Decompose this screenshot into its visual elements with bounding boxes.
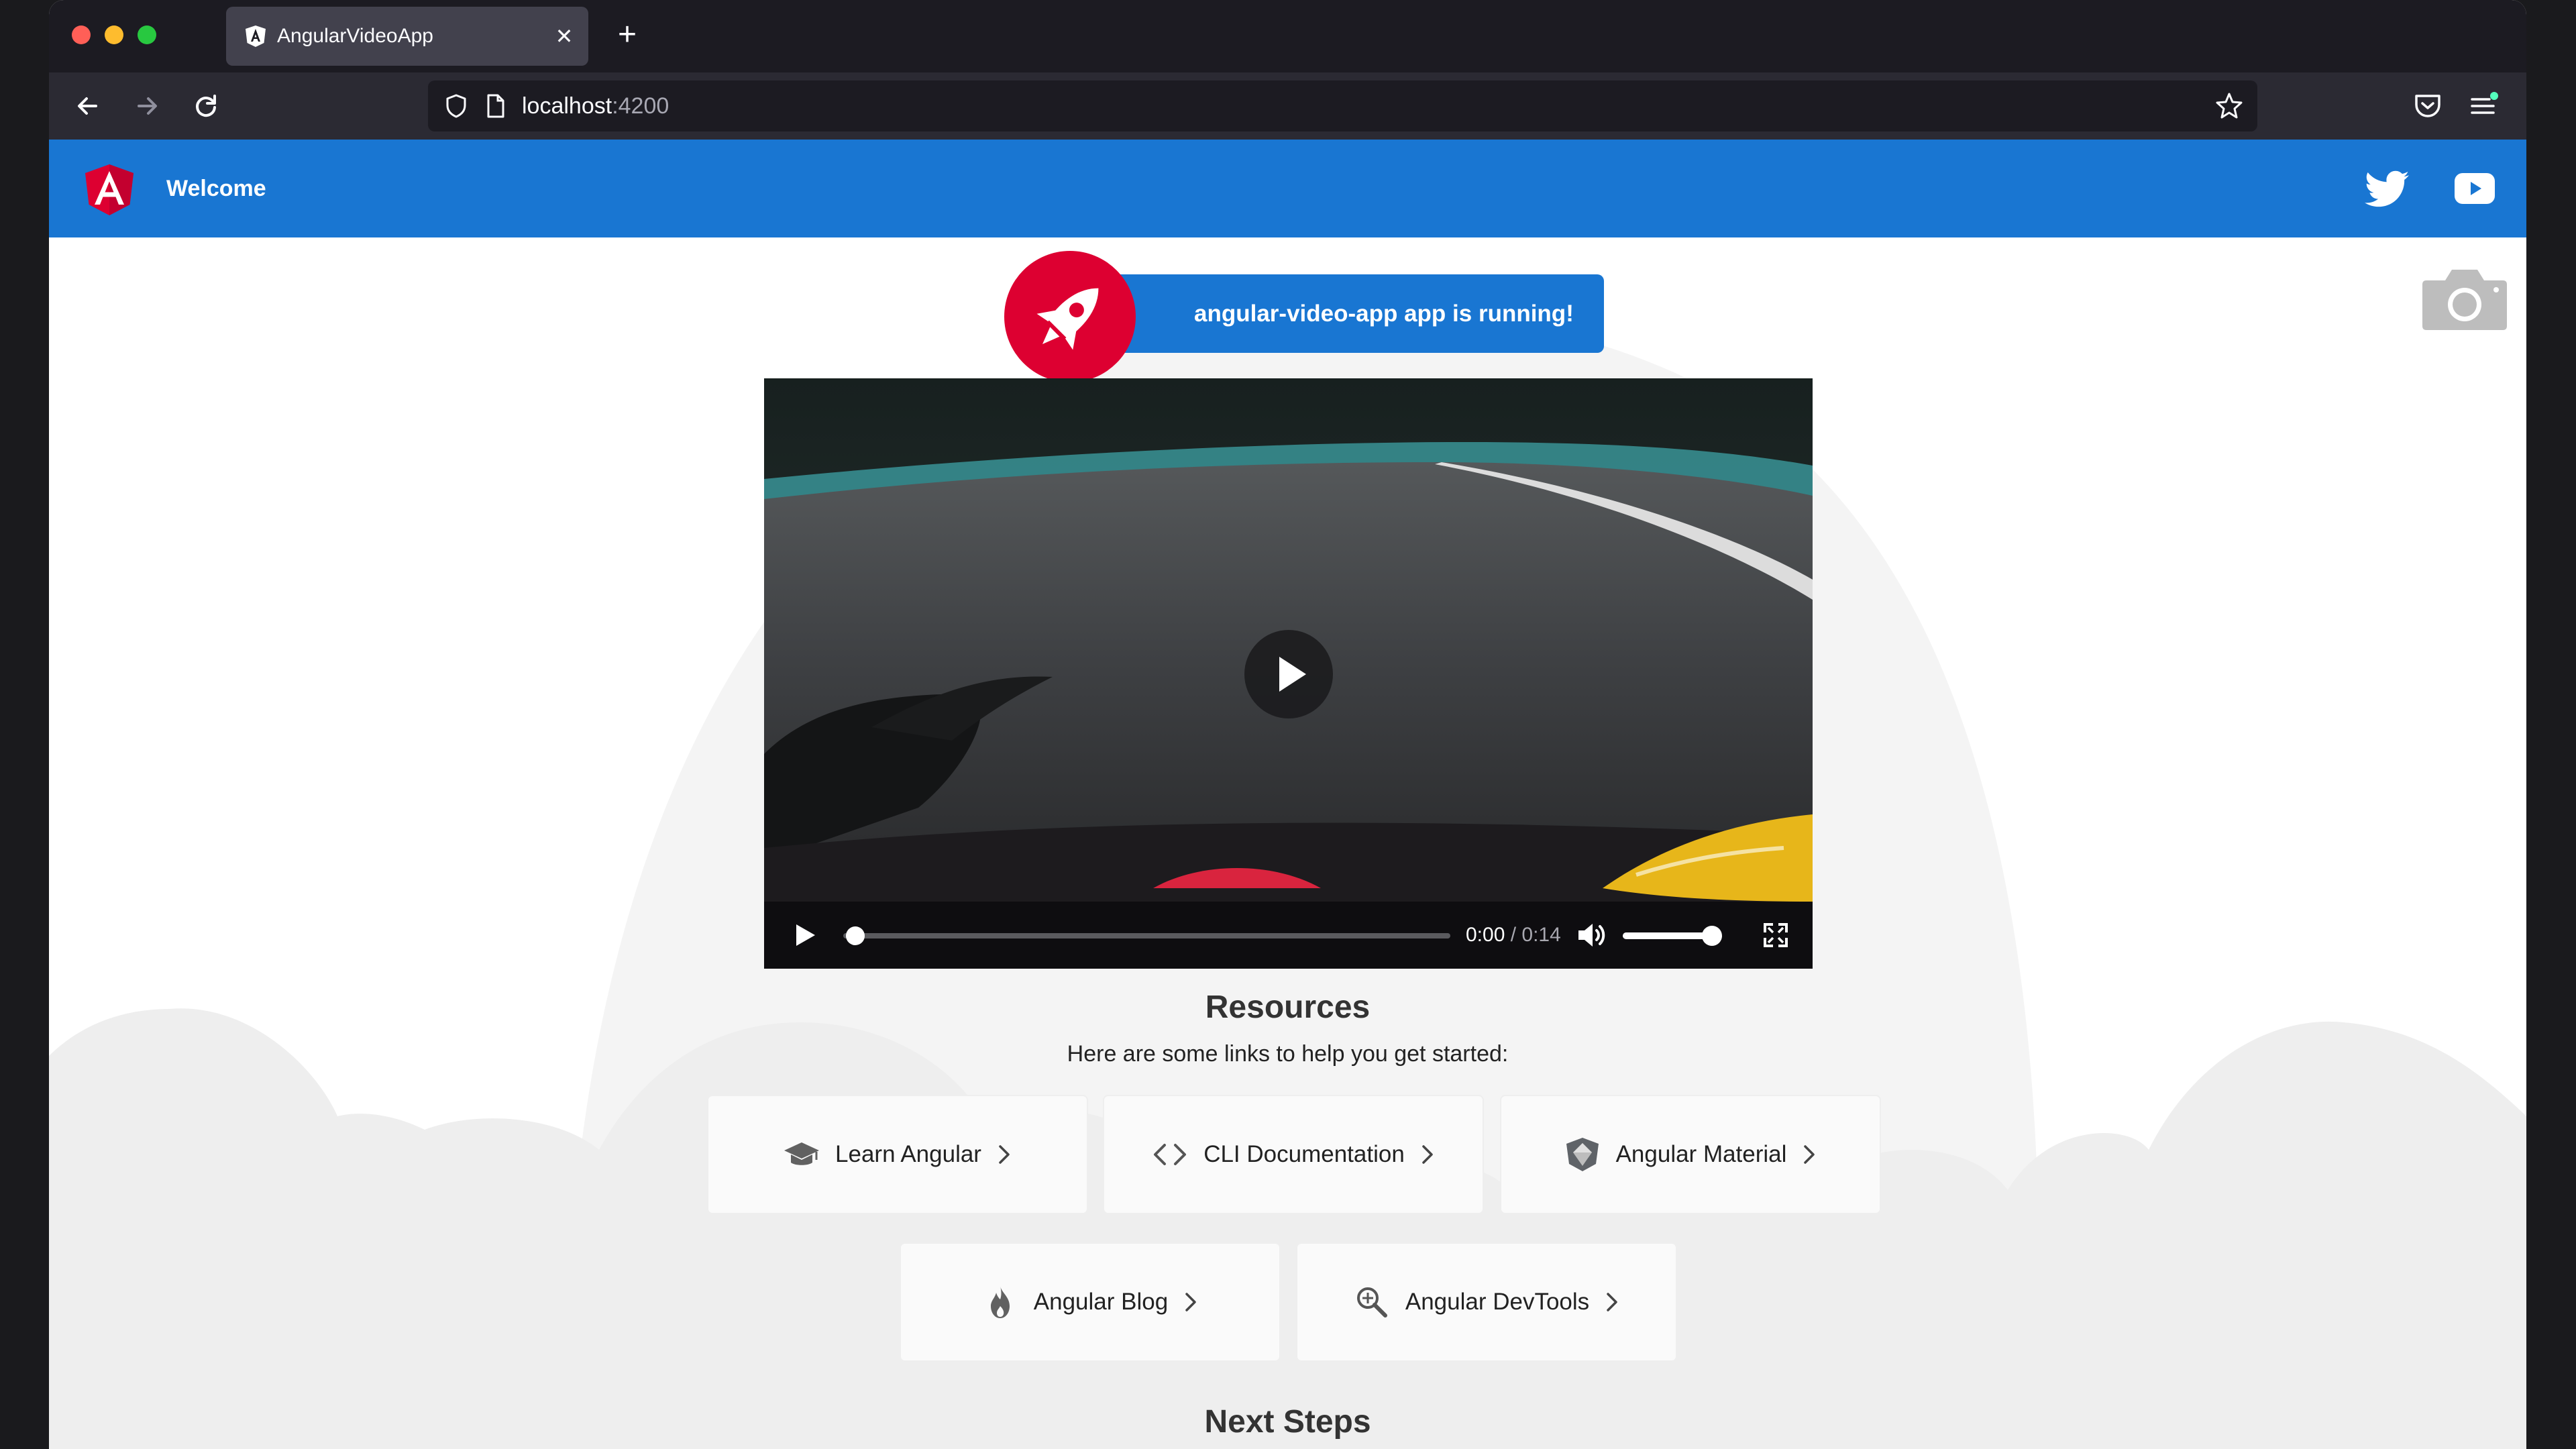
- code-icon: [1154, 1144, 1187, 1165]
- angular-logo-icon: [85, 164, 133, 215]
- card-angular-blog[interactable]: Angular Blog: [900, 1242, 1281, 1362]
- app-running-badge: angular-video-app app is running!: [1104, 274, 1604, 353]
- chevron-right-icon: [1804, 1145, 1815, 1164]
- card-angular-devtools[interactable]: Angular DevTools: [1296, 1242, 1677, 1362]
- chevron-right-icon: [1422, 1145, 1433, 1164]
- pocket-icon[interactable]: [2410, 89, 2445, 123]
- card-cli-documentation-label: CLI Documentation: [1203, 1141, 1405, 1167]
- camera-icon[interactable]: [2421, 264, 2508, 331]
- seek-bar[interactable]: [843, 926, 1450, 945]
- volume-icon[interactable]: [1576, 920, 1608, 950]
- close-window-button[interactable]: [72, 25, 91, 44]
- video-player[interactable]: 0:00 / 0:14: [764, 378, 1813, 969]
- card-angular-devtools-label: Angular DevTools: [1405, 1289, 1590, 1315]
- tab-strip: AngularVideoApp ✕ +: [49, 0, 2526, 72]
- card-angular-material-inner: Angular Material: [1501, 1096, 1880, 1213]
- tab-title: AngularVideoApp: [277, 25, 433, 47]
- bookmark-star-icon[interactable]: [2214, 91, 2244, 121]
- youtube-icon[interactable]: [2455, 173, 2495, 204]
- back-arrow-icon[interactable]: [69, 87, 107, 125]
- card-angular-devtools-inner: Angular DevTools: [1297, 1244, 1676, 1360]
- card-cli-documentation[interactable]: CLI Documentation: [1103, 1095, 1484, 1214]
- rocket-badge: [1004, 251, 1136, 382]
- video-play-overlay-button[interactable]: [1244, 630, 1333, 718]
- graduation-cap-icon: [784, 1142, 820, 1165]
- chevron-right-icon: [1607, 1293, 1617, 1311]
- card-angular-blog-inner: Angular Blog: [901, 1244, 1279, 1360]
- duration: 0:14: [1521, 924, 1561, 946]
- material-shield-icon: [1566, 1138, 1599, 1171]
- volume-fill: [1623, 932, 1713, 939]
- volume-thumb[interactable]: [1702, 926, 1723, 946]
- zoom-window-button[interactable]: [138, 25, 156, 44]
- video-controls: 0:00 / 0:14: [764, 902, 1813, 969]
- angular-favicon-icon: [246, 25, 266, 47]
- app-menu-icon[interactable]: [2465, 89, 2500, 123]
- card-learn-angular-label: Learn Angular: [835, 1141, 981, 1167]
- tab-close-icon[interactable]: ✕: [549, 21, 579, 51]
- card-angular-blog-label: Angular Blog: [1033, 1289, 1169, 1315]
- current-time: 0:00: [1466, 924, 1505, 946]
- time-separator: /: [1505, 924, 1522, 946]
- magnifier-icon: [1356, 1287, 1387, 1318]
- seek-thumb[interactable]: [846, 926, 865, 945]
- card-angular-material-label: Angular Material: [1615, 1141, 1787, 1167]
- card-learn-angular-inner: Learn Angular: [708, 1096, 1087, 1213]
- next-steps-heading: Next Steps: [1204, 1404, 1371, 1440]
- play-icon: [1279, 657, 1306, 692]
- resources-subtitle: Here are some links to help you get star…: [1067, 1041, 1509, 1067]
- url-text[interactable]: localhost:4200: [522, 80, 669, 131]
- forward-arrow-icon[interactable]: [128, 87, 166, 125]
- app-running-text: angular-video-app app is running!: [1194, 301, 1574, 327]
- address-bar[interactable]: localhost:4200: [428, 80, 2257, 131]
- flame-icon: [990, 1286, 1010, 1318]
- play-icon[interactable]: [790, 920, 819, 950]
- twitter-icon[interactable]: [2365, 169, 2409, 209]
- minimize-window-button[interactable]: [105, 25, 123, 44]
- volume-slider[interactable]: [1623, 926, 1723, 946]
- toolbar-title: Welcome: [166, 176, 266, 201]
- main-content: angular-video-app app is running! 0:00 /…: [49, 237, 2526, 1449]
- navigation-toolbar: localhost:4200: [49, 72, 2526, 140]
- new-tab-button[interactable]: +: [606, 15, 649, 58]
- url-host: localhost: [522, 93, 612, 119]
- card-learn-angular[interactable]: Learn Angular: [707, 1095, 1088, 1214]
- video-time: 0:00 / 0:14: [1466, 902, 1561, 969]
- tracking-shield-icon[interactable]: [443, 93, 470, 119]
- chevron-right-icon: [1185, 1293, 1196, 1311]
- url-port: :4200: [612, 93, 669, 119]
- browser-window: AngularVideoApp ✕ + localhost:4200 Welco…: [49, 0, 2526, 1449]
- rocket-icon: [1036, 288, 1099, 350]
- fullscreen-icon[interactable]: [1762, 922, 1789, 949]
- browser-tab-active[interactable]: AngularVideoApp ✕: [226, 7, 588, 66]
- reload-icon[interactable]: [187, 87, 225, 125]
- card-cli-documentation-inner: CLI Documentation: [1104, 1096, 1483, 1213]
- chevron-right-icon: [999, 1145, 1010, 1164]
- resources-heading: Resources: [1205, 989, 1371, 1025]
- page-info-icon[interactable]: [482, 93, 508, 119]
- app-toolbar: Welcome: [49, 140, 2526, 237]
- card-angular-material[interactable]: Angular Material: [1500, 1095, 1881, 1214]
